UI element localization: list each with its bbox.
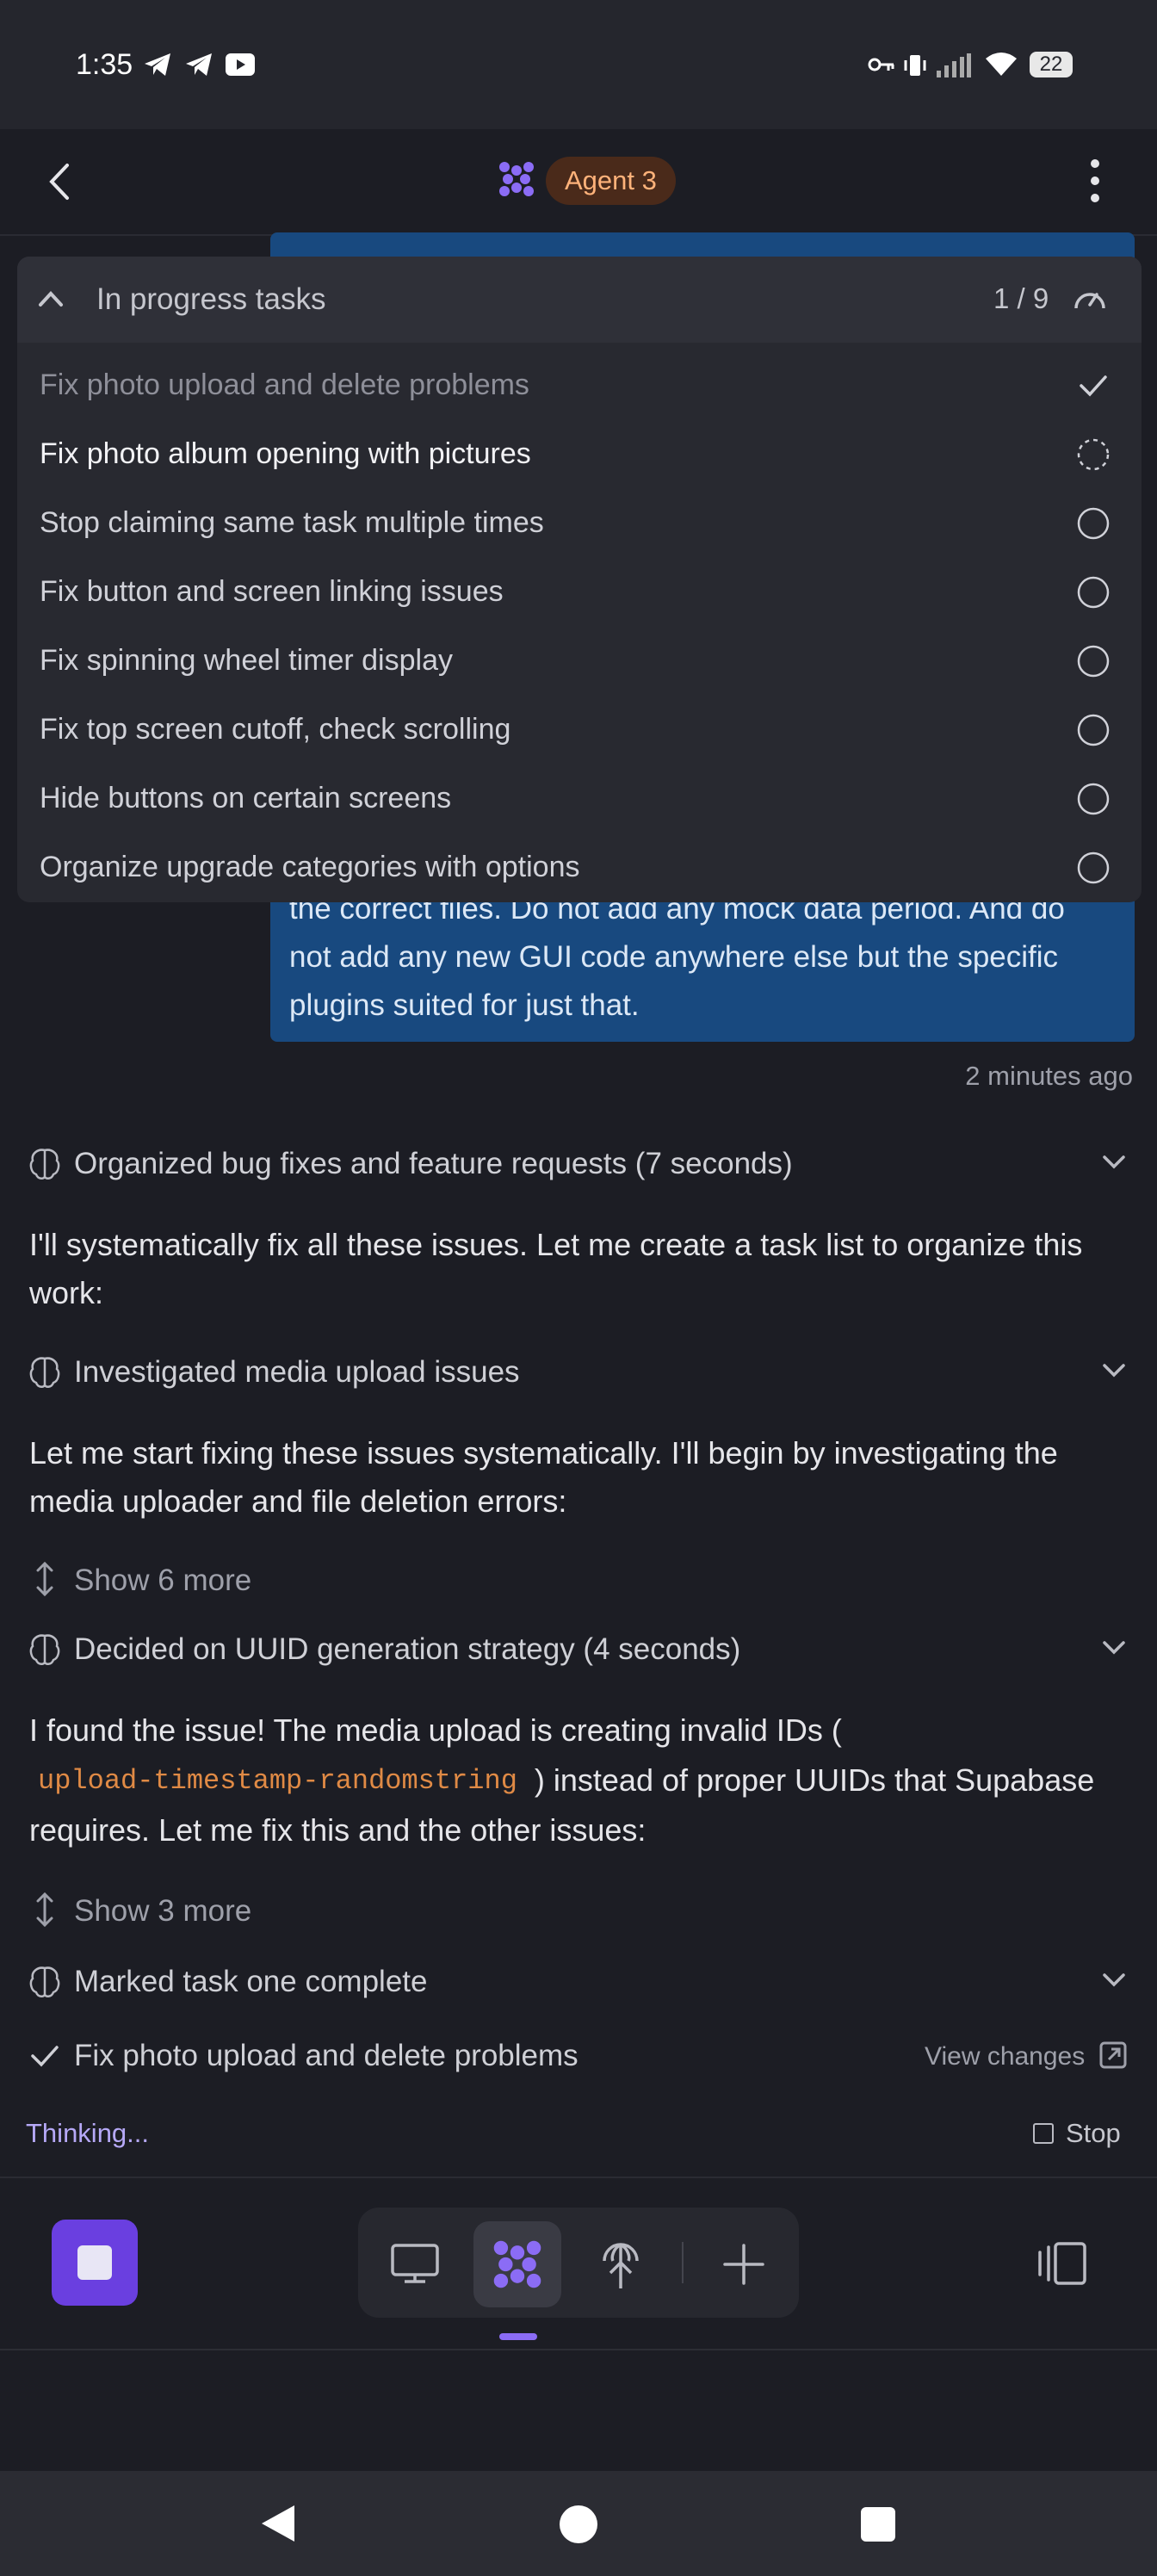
chevron-down-icon[interactable] bbox=[1102, 1972, 1126, 1989]
task-panel-title: In progress tasks bbox=[96, 282, 326, 316]
task-item: Hide buttons on certain screens bbox=[40, 782, 452, 814]
home-circle-icon[interactable] bbox=[560, 2505, 597, 2543]
agent-logo-icon bbox=[498, 160, 535, 198]
inline-code: upload-timestamp-randomstring bbox=[38, 1764, 517, 1797]
chevron-up-icon[interactable] bbox=[38, 289, 64, 308]
assistant-text: ) instead of proper UUIDs that Supabase bbox=[534, 1762, 1095, 1798]
task-item: Fix photo album opening with pictures bbox=[40, 437, 531, 470]
gauge-icon bbox=[1073, 284, 1107, 313]
external-link-icon[interactable] bbox=[1098, 2040, 1128, 2070]
telegram-icon bbox=[143, 52, 172, 77]
stop-square-icon[interactable] bbox=[1033, 2123, 1054, 2144]
telegram-icon bbox=[184, 52, 213, 77]
in-progress-circle-icon bbox=[1076, 437, 1111, 472]
panel-toggle-icon[interactable] bbox=[1035, 2240, 1090, 2287]
stop-agent-button[interactable] bbox=[52, 2220, 138, 2306]
completed-task-label: Fix photo upload and delete problems bbox=[74, 2039, 578, 2072]
brain-icon bbox=[28, 1965, 62, 1999]
user-message-line: plugins suited for just that. bbox=[289, 988, 640, 1022]
expand-vertical-icon[interactable] bbox=[33, 1891, 57, 1929]
expand-vertical-icon[interactable] bbox=[33, 1560, 57, 1598]
signal-icon bbox=[937, 53, 971, 77]
pending-circle-icon bbox=[1076, 713, 1111, 747]
recents-square-icon[interactable] bbox=[861, 2507, 895, 2542]
brain-icon bbox=[28, 1632, 62, 1667]
task-item: Fix spinning wheel timer display bbox=[40, 644, 453, 677]
thought-summary[interactable]: Organized bug fixes and feature requests… bbox=[74, 1147, 793, 1181]
toolbar-divider bbox=[682, 2242, 684, 2283]
battery-indicator: 22 bbox=[1030, 52, 1073, 77]
task-item: Organize upgrade categories with options bbox=[40, 851, 580, 883]
deploy-globe-icon[interactable] bbox=[599, 2237, 642, 2290]
more-menu-icon[interactable] bbox=[1088, 158, 1102, 203]
assistant-text: I'll systematically fix all these issues… bbox=[29, 1227, 1083, 1262]
thinking-status: Thinking... bbox=[26, 2118, 150, 2148]
stop-square-icon bbox=[77, 2245, 112, 2280]
task-item: Fix button and screen linking issues bbox=[40, 575, 504, 608]
pending-circle-icon bbox=[1076, 506, 1111, 541]
thought-summary[interactable]: Investigated media upload issues bbox=[74, 1355, 520, 1390]
checkmark-icon bbox=[1076, 368, 1111, 403]
back-triangle-icon[interactable] bbox=[258, 2504, 298, 2543]
agent-logo-icon bbox=[493, 2240, 541, 2288]
thought-summary[interactable]: Marked task one complete bbox=[74, 1965, 427, 1999]
chevron-down-icon[interactable] bbox=[1102, 1639, 1126, 1656]
task-item: Fix top screen cutoff, check scrolling bbox=[40, 713, 511, 746]
task-panel: In progress tasks 1 / 9 Fix photo upload… bbox=[17, 257, 1142, 902]
status-bar bbox=[0, 0, 1157, 129]
message-input-area[interactable] bbox=[0, 2349, 1157, 2473]
desktop-icon[interactable] bbox=[389, 2242, 441, 2285]
view-changes-link[interactable]: View changes bbox=[925, 2042, 1085, 2071]
status-time: 1:35 bbox=[76, 48, 133, 81]
brain-icon bbox=[28, 1355, 62, 1390]
task-item: Fix photo upload and delete problems bbox=[40, 368, 529, 401]
vibrate-icon bbox=[904, 53, 926, 77]
youtube-icon bbox=[226, 53, 255, 76]
plus-icon[interactable] bbox=[721, 2242, 766, 2287]
task-item: Stop claiming same task multiple times bbox=[40, 506, 544, 539]
stop-button[interactable]: Stop bbox=[1066, 2118, 1121, 2149]
pending-circle-icon bbox=[1076, 782, 1111, 816]
brain-icon bbox=[28, 1147, 62, 1181]
vpn-key-icon bbox=[868, 55, 895, 74]
assistant-text: work: bbox=[29, 1275, 104, 1310]
active-tab-indicator bbox=[499, 2333, 537, 2340]
message-timestamp: 2 minutes ago bbox=[965, 1061, 1133, 1091]
agent-tab-button[interactable] bbox=[473, 2221, 561, 2307]
checkmark-icon bbox=[29, 2040, 60, 2071]
task-panel-header[interactable]: In progress tasks 1 / 9 bbox=[17, 257, 1142, 343]
back-arrow-icon[interactable] bbox=[46, 162, 72, 201]
chevron-down-icon[interactable] bbox=[1102, 1362, 1126, 1379]
thought-summary[interactable]: Decided on UUID generation strategy (4 s… bbox=[74, 1632, 740, 1667]
agent-badge[interactable]: Agent 3 bbox=[546, 157, 676, 205]
show-more-button[interactable]: Show 6 more bbox=[74, 1564, 251, 1598]
assistant-text: media uploader and file deletion errors: bbox=[29, 1483, 567, 1519]
pending-circle-icon bbox=[1076, 575, 1111, 610]
assistant-text: I found the issue! The media upload is c… bbox=[29, 1712, 842, 1748]
task-progress-count: 1 / 9 bbox=[993, 282, 1049, 314]
show-more-button[interactable]: Show 3 more bbox=[74, 1894, 251, 1929]
assistant-text: requires. Let me fix this and the other … bbox=[29, 1812, 647, 1848]
assistant-text: Let me start fixing these issues systema… bbox=[29, 1435, 1058, 1471]
user-message-line: not add any new GUI code anywhere else b… bbox=[289, 940, 1059, 974]
chevron-down-icon[interactable] bbox=[1102, 1154, 1126, 1171]
pending-circle-icon bbox=[1076, 644, 1111, 678]
wifi-icon bbox=[985, 52, 1018, 77]
pending-circle-icon bbox=[1076, 851, 1111, 885]
